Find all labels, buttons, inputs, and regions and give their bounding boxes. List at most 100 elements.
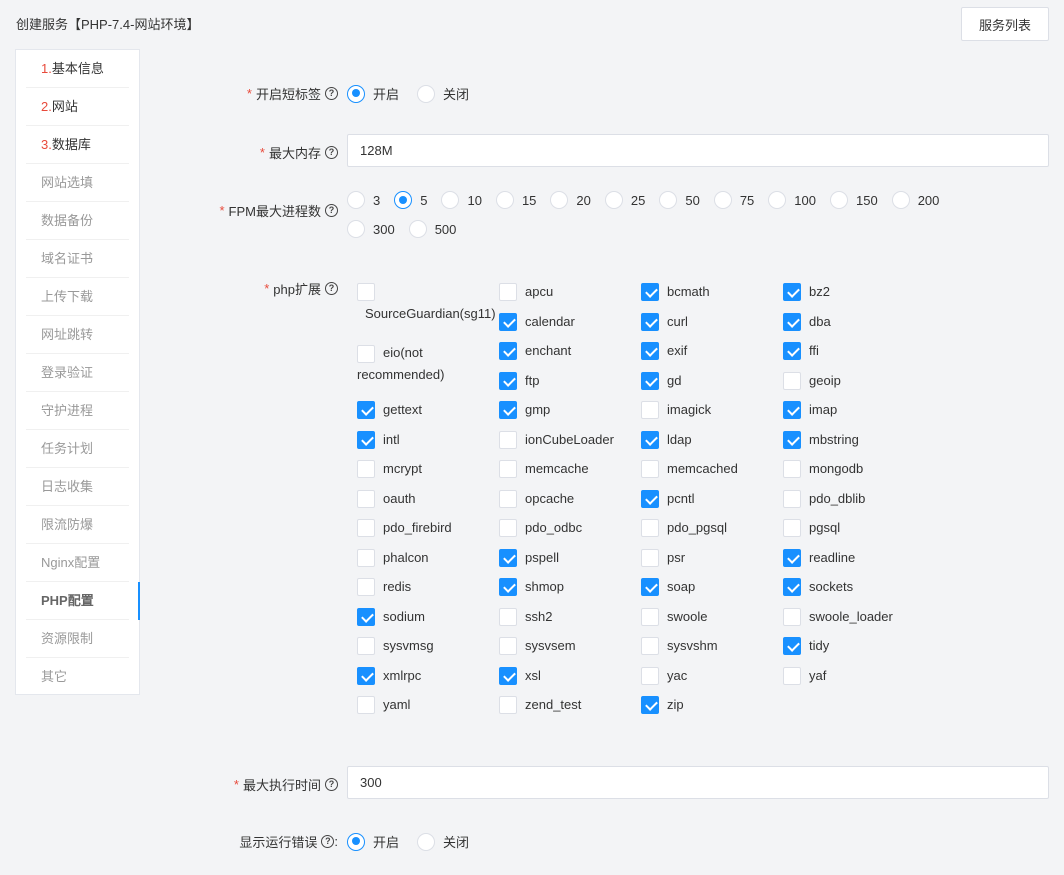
checkbox-box[interactable] (641, 313, 659, 331)
checkbox-box[interactable] (499, 431, 517, 449)
radio-dot[interactable] (347, 832, 365, 851)
help-circle-icon[interactable]: ? (325, 282, 338, 295)
checkbox-box[interactable] (357, 460, 375, 478)
php-ext-checkbox[interactable]: soap (641, 578, 695, 596)
checkbox-box[interactable] (783, 549, 801, 567)
php-ext-checkbox[interactable]: redis (357, 578, 411, 596)
php-ext-checkbox[interactable]: ssh2 (499, 608, 552, 626)
sidebar-item[interactable]: 1.基本信息 (26, 50, 129, 88)
checkbox-box[interactable] (641, 460, 659, 478)
php-ext-checkbox[interactable]: eio(not recommended) (357, 342, 477, 386)
checkbox-box[interactable] (357, 667, 375, 685)
php-ext-checkbox[interactable]: psr (641, 549, 685, 567)
checkbox-box[interactable] (783, 490, 801, 508)
memory-limit-input[interactable] (347, 134, 1049, 167)
checkbox-box[interactable] (641, 578, 659, 596)
radio-dot[interactable] (768, 191, 787, 209)
checkbox-box[interactable] (357, 490, 375, 508)
php-ext-checkbox[interactable]: pdo_odbc (499, 519, 582, 537)
php-ext-checkbox[interactable]: yaml (357, 696, 410, 714)
radio-option[interactable]: 150 (829, 191, 878, 209)
checkbox-box[interactable] (499, 342, 517, 360)
php-ext-checkbox[interactable]: imagick (641, 401, 711, 419)
help-circle-icon[interactable]: ? (325, 204, 338, 217)
checkbox-box[interactable] (357, 608, 375, 626)
php-ext-checkbox[interactable]: mongodb (783, 460, 863, 478)
checkbox-box[interactable] (641, 637, 659, 655)
checkbox-box[interactable] (499, 460, 517, 478)
radio-dot[interactable] (417, 84, 436, 103)
php-ext-checkbox[interactable]: opcache (499, 490, 574, 508)
php-ext-checkbox[interactable]: shmop (499, 578, 564, 596)
checkbox-box[interactable] (499, 696, 517, 714)
checkbox-box[interactable] (357, 431, 375, 449)
php-ext-checkbox[interactable]: pdo_firebird (357, 519, 452, 537)
checkbox-box[interactable] (499, 490, 517, 508)
checkbox-box[interactable] (783, 519, 801, 537)
checkbox-box[interactable] (641, 431, 659, 449)
checkbox-box[interactable] (783, 460, 801, 478)
php-ext-checkbox[interactable]: ffi (783, 342, 819, 360)
php-ext-checkbox[interactable]: pdo_pgsql (641, 519, 727, 537)
radio-option[interactable]: 开启 (347, 832, 399, 851)
max-exec-input[interactable] (347, 766, 1049, 799)
radio-option[interactable]: 3 (347, 191, 380, 209)
radio-dot[interactable] (441, 191, 460, 209)
checkbox-box[interactable] (641, 490, 659, 508)
php-ext-checkbox[interactable]: zend_test (499, 696, 581, 714)
checkbox-box[interactable] (357, 401, 375, 419)
php-ext-checkbox[interactable]: bz2 (783, 283, 830, 301)
radio-option[interactable]: 25 (604, 191, 645, 209)
radio-dot[interactable] (495, 191, 514, 209)
checkbox-box[interactable] (783, 431, 801, 449)
help-circle-icon[interactable]: ? (325, 87, 338, 100)
php-ext-checkbox[interactable]: mcrypt (357, 460, 422, 478)
help-circle-icon[interactable]: ? (321, 835, 335, 848)
php-ext-checkbox[interactable]: calendar (499, 313, 575, 331)
radio-option[interactable]: 开启 (347, 84, 399, 103)
checkbox-box[interactable] (641, 342, 659, 360)
sidebar-item[interactable]: 域名证书 (26, 240, 129, 278)
sidebar-item[interactable]: 数据备份 (26, 202, 129, 240)
radio-dot[interactable] (891, 191, 910, 209)
php-ext-checkbox[interactable]: gettext (357, 401, 422, 419)
php-ext-checkbox[interactable]: geoip (783, 372, 841, 390)
radio-option[interactable]: 500 (408, 220, 456, 238)
help-circle-icon[interactable]: ? (325, 146, 338, 159)
php-ext-checkbox[interactable]: swoole (641, 608, 707, 626)
php-ext-checkbox[interactable]: sysvmsg (357, 637, 434, 655)
checkbox-box[interactable] (641, 696, 659, 714)
radio-dot[interactable] (829, 191, 848, 209)
php-ext-checkbox[interactable]: curl (641, 313, 688, 331)
radio-option[interactable]: 50 (659, 191, 700, 209)
php-ext-checkbox[interactable]: memcache (499, 460, 589, 478)
radio-dot[interactable] (347, 191, 365, 209)
php-ext-checkbox[interactable]: sysvsem (499, 637, 576, 655)
checkbox-box[interactable] (783, 637, 801, 655)
radio-option[interactable]: 10 (441, 191, 482, 209)
php-ext-checkbox[interactable]: enchant (499, 342, 571, 360)
php-ext-checkbox[interactable]: phalcon (357, 549, 429, 567)
checkbox-box[interactable] (499, 519, 517, 537)
radio-dot[interactable] (394, 191, 413, 209)
sidebar-item[interactable]: 2.网站 (26, 88, 129, 126)
php-ext-checkbox[interactable]: intl (357, 431, 400, 449)
php-ext-checkbox[interactable]: gd (641, 372, 681, 390)
sidebar-item[interactable]: 上传下载 (26, 278, 129, 316)
checkbox-box[interactable] (499, 372, 517, 390)
checkbox-box[interactable] (499, 283, 517, 301)
php-ext-checkbox[interactable]: swoole_loader (783, 608, 893, 626)
php-ext-checkbox[interactable]: ionCubeLoader (499, 431, 614, 449)
php-ext-checkbox[interactable]: sockets (783, 578, 853, 596)
sidebar-item[interactable]: 日志收集 (26, 468, 129, 506)
help-circle-icon[interactable]: ? (325, 778, 338, 791)
checkbox-box[interactable] (641, 667, 659, 685)
checkbox-box[interactable] (357, 283, 375, 301)
php-ext-checkbox[interactable]: mbstring (783, 431, 859, 449)
sidebar-item[interactable]: 其它 (26, 658, 129, 696)
php-ext-checkbox[interactable]: ldap (641, 431, 692, 449)
checkbox-box[interactable] (641, 519, 659, 537)
php-ext-checkbox[interactable]: exif (641, 342, 687, 360)
checkbox-box[interactable] (783, 667, 801, 685)
checkbox-box[interactable] (499, 401, 517, 419)
